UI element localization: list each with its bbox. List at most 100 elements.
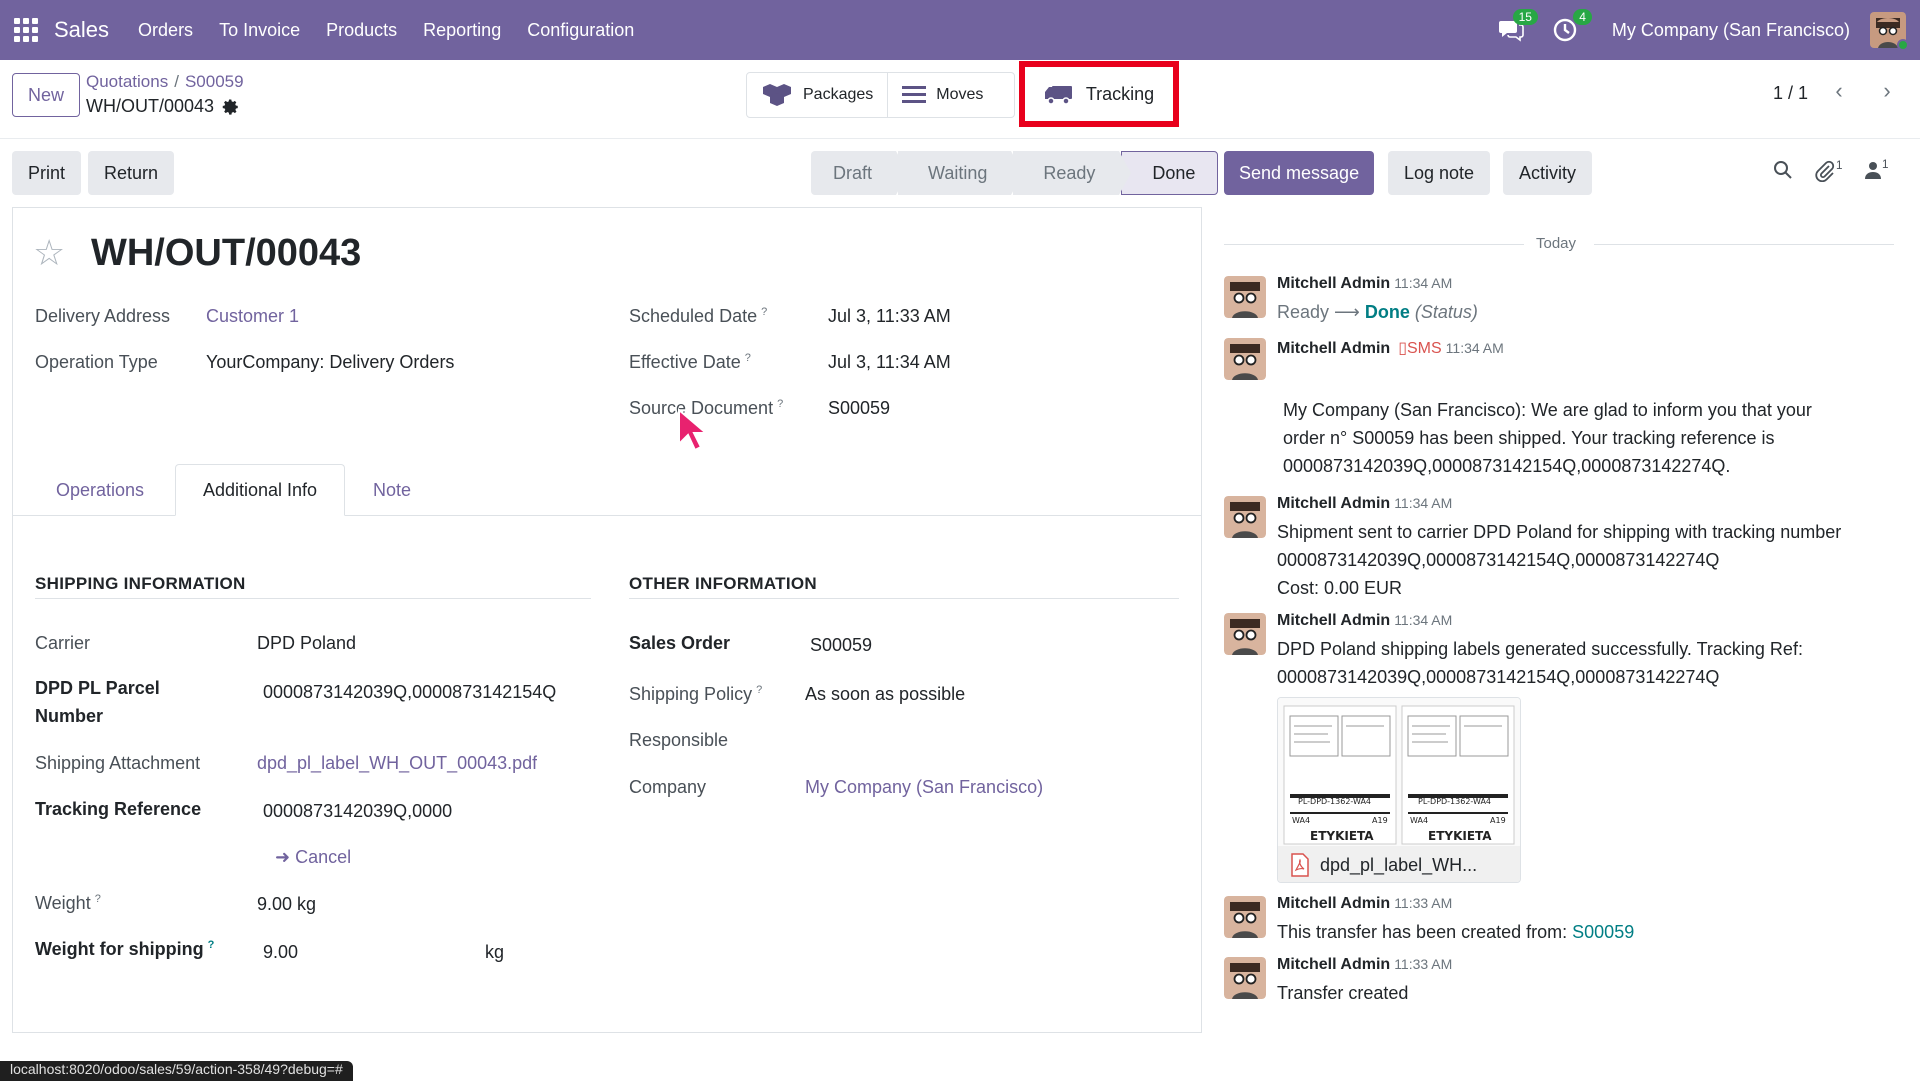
- carrier-label: Carrier: [35, 633, 91, 653]
- message-avatar: [1224, 957, 1266, 999]
- chevron-left-icon[interactable]: ‹: [1824, 76, 1854, 106]
- carrier-value[interactable]: DPD Poland: [257, 633, 356, 654]
- shipping-policy-label: Shipping Policy?: [629, 684, 763, 704]
- company-value[interactable]: My Company (San Francisco): [805, 777, 1043, 798]
- weight-shipping-label: Weight for shipping?: [35, 939, 215, 959]
- menu-products[interactable]: Products: [326, 20, 397, 41]
- online-status-dot: [1897, 39, 1909, 51]
- log-note-button[interactable]: Log note: [1388, 151, 1491, 195]
- record-name-text: WH/OUT/00043: [86, 96, 215, 116]
- star-icon[interactable]: ☆: [33, 232, 65, 274]
- return-button[interactable]: Return: [88, 151, 175, 195]
- message-author: Mitchell Admin 11:34 AM: [1277, 275, 1453, 292]
- paperclip-icon: [1815, 160, 1835, 182]
- menu-to-invoice[interactable]: To Invoice: [219, 20, 300, 41]
- message-avatar: [1224, 496, 1266, 538]
- svg-text:ETYKIETA: ETYKIETA: [1428, 829, 1492, 843]
- shipping-attachment-link[interactable]: dpd_pl_label_WH_OUT_00043.pdf: [257, 753, 537, 774]
- today-divider-right: [1594, 244, 1894, 245]
- weight-label: Weight?: [35, 893, 101, 913]
- new-button[interactable]: New: [12, 73, 80, 117]
- attachments-button[interactable]: 1: [1814, 159, 1842, 182]
- tab-note[interactable]: Note: [359, 464, 425, 516]
- pdf-attachment-card[interactable]: PL-DPD-1362-WA4 PL-DPD-1362-WA4 WA4 A19 …: [1277, 697, 1521, 883]
- followers-count: 1: [1882, 157, 1889, 171]
- messaging-icon[interactable]: 15: [1498, 9, 1538, 43]
- status-waiting[interactable]: Waiting: [898, 151, 1024, 195]
- pdf-file-icon: [1291, 853, 1309, 877]
- scheduled-date-value[interactable]: Jul 3, 11:33 AM: [828, 306, 951, 327]
- weight-shipping-input[interactable]: 9.00: [263, 942, 298, 963]
- menu-reporting[interactable]: Reporting: [423, 20, 501, 41]
- top-navbar: Sales Orders To Invoice Products Reporti…: [0, 0, 1920, 60]
- user-icon: [1865, 162, 1881, 179]
- breadcrumb: Quotations / S00059: [86, 72, 244, 92]
- tracking-smart-button[interactable]: Tracking: [1019, 61, 1179, 127]
- menu-orders[interactable]: Orders: [138, 20, 193, 41]
- status-bar: Draft Waiting Ready Done: [811, 151, 1220, 195]
- send-message-button[interactable]: Send message: [1224, 151, 1375, 195]
- sms-badge: ▯SMS: [1398, 340, 1442, 357]
- tab-additional-info[interactable]: Additional Info: [175, 464, 345, 516]
- search-messages[interactable]: [1773, 160, 1793, 180]
- status-done[interactable]: Done: [1121, 151, 1219, 195]
- sales-order-value[interactable]: S00059: [810, 635, 872, 656]
- tracking-reference-input[interactable]: 0000873142039Q,0000: [263, 801, 485, 822]
- weight-shipping-unit: kg: [485, 942, 505, 962]
- smart-buttons: Packages Moves: [746, 72, 1016, 118]
- svg-text:WA4: WA4: [1292, 816, 1310, 825]
- message-labels-body: DPD Poland shipping labels generated suc…: [1277, 639, 1803, 687]
- activity-clock-icon[interactable]: 4: [1552, 9, 1592, 43]
- notebook-tabs: Operations Additional Info Note: [13, 464, 1201, 516]
- shipping-policy-value[interactable]: As soon as possible: [805, 684, 965, 705]
- parcel-number-input[interactable]: 0000873142039Q,0000873142154Q: [263, 682, 581, 703]
- form-title: WH/OUT/00043: [91, 232, 362, 274]
- svg-text:A19: A19: [1490, 816, 1506, 825]
- company-switcher[interactable]: My Company (San Francisco): [1612, 20, 1850, 41]
- sale-order-link[interactable]: S00059: [1572, 922, 1634, 942]
- delivery-address-value[interactable]: Customer 1: [206, 306, 299, 327]
- breadcrumb-sale-order[interactable]: S00059: [185, 72, 244, 91]
- label-code-left: PL-DPD-1362-WA4: [1298, 797, 1371, 806]
- menu-configuration[interactable]: Configuration: [527, 20, 634, 41]
- status-ready[interactable]: Ready: [1013, 151, 1132, 195]
- svg-text:ETYKIETA: ETYKIETA: [1310, 829, 1374, 843]
- cancel-shipment-link[interactable]: ➜ Cancel: [275, 847, 351, 868]
- parcel-number-label-line1: DPD PL Parcel: [35, 678, 160, 698]
- parcel-number-label-line2: Number: [35, 706, 104, 726]
- activity-button[interactable]: Activity: [1503, 151, 1593, 195]
- gear-icon[interactable]: [222, 98, 240, 116]
- message-avatar: [1224, 338, 1266, 380]
- status-draft-label: Draft: [833, 162, 873, 183]
- effective-date-label: Effective Date?: [629, 352, 751, 372]
- packages-smart-button[interactable]: Packages: [747, 73, 889, 117]
- scheduled-date-label: Scheduled Date?: [629, 306, 768, 326]
- tab-operations[interactable]: Operations: [43, 464, 157, 516]
- messages-badge: 15: [1512, 9, 1538, 25]
- shipping-attachment-label: Shipping Attachment: [35, 753, 201, 773]
- shipping-section-divider: [35, 598, 591, 599]
- packages-icon: [763, 84, 791, 106]
- svg-text:WA4: WA4: [1410, 816, 1428, 825]
- record-name: WH/OUT/00043: [86, 96, 240, 117]
- apps-menu-icon[interactable]: [14, 18, 38, 42]
- source-document-value[interactable]: S00059: [828, 398, 890, 419]
- user-avatar[interactable]: [1870, 12, 1909, 51]
- operation-type-value[interactable]: YourCompany: Delivery Orders: [206, 352, 454, 373]
- app-brand[interactable]: Sales: [54, 17, 109, 43]
- followers-button[interactable]: 1: [1864, 157, 1889, 180]
- message-author: Mitchell Admin 11:34 AM: [1277, 612, 1453, 629]
- message-avatar: [1224, 896, 1266, 938]
- breadcrumb-quotations[interactable]: Quotations: [86, 72, 168, 91]
- moves-label: Moves: [936, 86, 984, 103]
- message-author: Mitchell Admin 11:34 AM: [1277, 495, 1453, 512]
- sales-order-label: Sales Order: [629, 633, 731, 653]
- message-sms-body: My Company (San Francisco): We are glad …: [1283, 400, 1812, 476]
- status-draft[interactable]: Draft: [811, 151, 909, 195]
- status-ready-label: Ready: [1043, 162, 1096, 183]
- chevron-right-icon[interactable]: ›: [1872, 76, 1902, 106]
- pager-value[interactable]: 1 / 1: [1773, 83, 1808, 104]
- print-button[interactable]: Print: [12, 151, 82, 195]
- mouse-cursor-icon: [678, 408, 707, 452]
- moves-smart-button[interactable]: Moves: [888, 73, 1014, 117]
